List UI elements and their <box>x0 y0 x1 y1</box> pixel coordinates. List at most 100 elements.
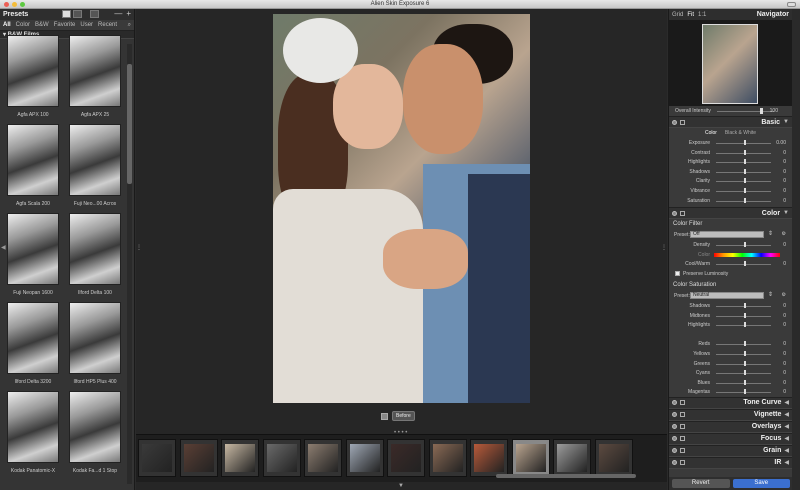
preset-stepper-icon[interactable]: ⇕ <box>768 230 773 237</box>
saturation-slider[interactable]: Yellows 0 <box>669 349 792 359</box>
slider-knob[interactable] <box>743 312 746 318</box>
minimize-window-button[interactable] <box>12 2 17 7</box>
slider-knob[interactable] <box>743 159 746 165</box>
preset-thumbnail[interactable]: Ilford Delta 100 <box>68 213 122 300</box>
grid-view-icon[interactable] <box>62 10 71 18</box>
preset-stepper-icon[interactable]: ⇕ <box>768 291 773 298</box>
section-header-collapsed[interactable]: Grain ◀ <box>669 444 792 457</box>
tab-favorite[interactable]: Favorite <box>54 22 76 28</box>
filmstrip-thumbnail[interactable] <box>345 439 384 477</box>
intensity-track[interactable] <box>717 111 774 112</box>
presets-scrollbar[interactable] <box>127 44 132 484</box>
slider-knob[interactable] <box>743 370 746 376</box>
preset-thumbnail[interactable]: Kodak Fa...d 1 Stop <box>68 391 122 478</box>
reset-section-icon[interactable] <box>680 424 685 430</box>
slider-knob[interactable] <box>743 187 746 193</box>
adjustments-scrollbar[interactable] <box>792 9 800 490</box>
filmstrip-thumbnail[interactable] <box>304 439 342 477</box>
enable-toggle-icon[interactable] <box>672 448 677 454</box>
color-filter-preset-select[interactable]: Off <box>690 231 764 239</box>
section-basic-header[interactable]: Basic ▼ <box>669 116 792 128</box>
tab-recent[interactable]: Recent <box>98 22 117 28</box>
reset-section-icon[interactable] <box>680 119 685 125</box>
chevron-left-icon[interactable]: ◀ <box>784 459 789 466</box>
before-button[interactable]: Before <box>392 411 415 421</box>
filmstrip-thumbnail[interactable] <box>470 439 508 477</box>
filmstrip-thumbnail[interactable] <box>428 439 467 477</box>
filmstrip-thumbnail[interactable] <box>262 439 301 477</box>
enable-toggle-icon[interactable] <box>672 210 677 216</box>
detail-view-icon[interactable] <box>90 10 99 18</box>
slider-knob[interactable] <box>743 197 746 203</box>
adjustment-slider[interactable]: Shadows 0 <box>669 167 792 177</box>
saturation-slider[interactable]: Midtones 0 <box>669 311 792 321</box>
saturation-slider[interactable]: Blues 0 <box>669 378 792 388</box>
slider-knob[interactable] <box>743 168 746 174</box>
saturation-slider[interactable]: Cyans 0 <box>669 368 792 378</box>
preset-thumbnail[interactable]: Fuji Neo...00 Acros <box>68 124 122 211</box>
preset-thumbnail[interactable]: Agfa APX 100 <box>6 35 60 122</box>
slider-knob[interactable] <box>743 350 746 356</box>
reset-section-icon[interactable] <box>680 400 685 406</box>
presets-scroll-thumb[interactable] <box>127 64 132 184</box>
remove-preset-button[interactable]: — <box>114 9 122 18</box>
checkbox-box[interactable] <box>675 270 680 276</box>
nav-tab-fit[interactable]: Fit <box>687 12 694 18</box>
saturation-slider[interactable]: Shadows 0 <box>669 301 792 311</box>
filmstrip-thumbnail[interactable] <box>179 439 218 477</box>
chevron-down-icon[interactable]: ▼ <box>783 119 789 125</box>
slider-knob[interactable] <box>743 149 746 155</box>
filmstrip-thumbnail[interactable] <box>511 439 550 477</box>
section-header-collapsed[interactable]: Vignette ◀ <box>669 408 792 421</box>
section-header-collapsed[interactable]: Overlays ◀ <box>669 420 792 433</box>
collapse-left-icon[interactable]: ◀ <box>1 244 6 251</box>
adjustment-slider[interactable]: Saturation 0 <box>669 196 792 206</box>
preset-thumbnail[interactable]: Fuji Neopan 1600 <box>6 213 60 300</box>
preset-thumbnail[interactable]: Agfa Scala 200 <box>6 124 60 211</box>
tab-bw[interactable]: B&W <box>35 22 49 28</box>
enable-toggle-icon[interactable] <box>672 436 677 442</box>
enable-toggle-icon[interactable] <box>672 424 677 430</box>
reset-section-icon[interactable] <box>680 210 685 216</box>
enable-toggle-icon[interactable] <box>672 119 677 125</box>
section-header-collapsed[interactable]: IR ◀ <box>669 456 792 469</box>
enable-toggle-icon[interactable] <box>672 400 677 406</box>
chevron-left-icon[interactable]: ◀ <box>784 435 789 442</box>
preserve-luminosity-checkbox[interactable]: Preserve Luminosity <box>669 269 792 278</box>
nav-tab-grid[interactable]: Grid <box>672 12 683 18</box>
search-icon[interactable]: ⌕ <box>128 22 131 29</box>
tab-bw-mode[interactable]: Black & White <box>725 130 756 136</box>
slider-knob[interactable] <box>743 389 746 395</box>
main-photo[interactable] <box>273 14 530 403</box>
preset-thumbnail[interactable]: Ilford HP5 Plus 400 <box>68 302 122 389</box>
filmstrip-thumbnail[interactable] <box>387 439 425 477</box>
section-header-collapsed[interactable]: Focus ◀ <box>669 432 792 445</box>
slider-knob[interactable] <box>743 140 746 145</box>
saturation-slider[interactable]: Greens 0 <box>669 359 792 369</box>
tab-color[interactable]: Color <box>16 22 30 28</box>
slider-knob[interactable] <box>743 341 746 347</box>
revert-button[interactable]: Revert <box>672 479 730 488</box>
adjustment-slider[interactable]: Vibrance 0 <box>669 186 792 196</box>
preset-thumbnail[interactable]: Kodak Panatomic-X <box>6 391 60 478</box>
filmstrip-thumbnail[interactable] <box>594 439 633 477</box>
chevron-left-icon[interactable]: ◀ <box>784 447 789 454</box>
saturation-slider[interactable]: Magentas 0 <box>669 387 792 397</box>
filmstrip-thumbnail[interactable] <box>221 439 259 477</box>
section-header-collapsed[interactable]: Tone Curve ◀ <box>669 396 792 409</box>
filmstrip-thumbnail[interactable] <box>138 439 176 477</box>
chevron-left-icon[interactable]: ◀ <box>784 399 789 406</box>
color-saturation-preset-select[interactable]: Neutral <box>690 291 764 299</box>
filmstrip-view-icon[interactable] <box>73 10 82 18</box>
chevron-down-icon[interactable]: ▼ <box>783 210 789 216</box>
saturation-slider[interactable]: Highlights 0 <box>669 320 792 330</box>
adjustment-slider[interactable]: Clarity 0 <box>669 176 792 186</box>
slider-knob[interactable] <box>743 261 746 267</box>
save-button[interactable]: Save <box>732 479 790 488</box>
slider-knob[interactable] <box>743 242 746 248</box>
slider-knob[interactable] <box>743 360 746 366</box>
density-slider[interactable]: Density 0 <box>669 240 792 250</box>
filmstrip-thumbnail[interactable] <box>553 439 591 477</box>
slider-knob[interactable] <box>743 178 746 184</box>
slider-knob[interactable] <box>743 302 746 308</box>
